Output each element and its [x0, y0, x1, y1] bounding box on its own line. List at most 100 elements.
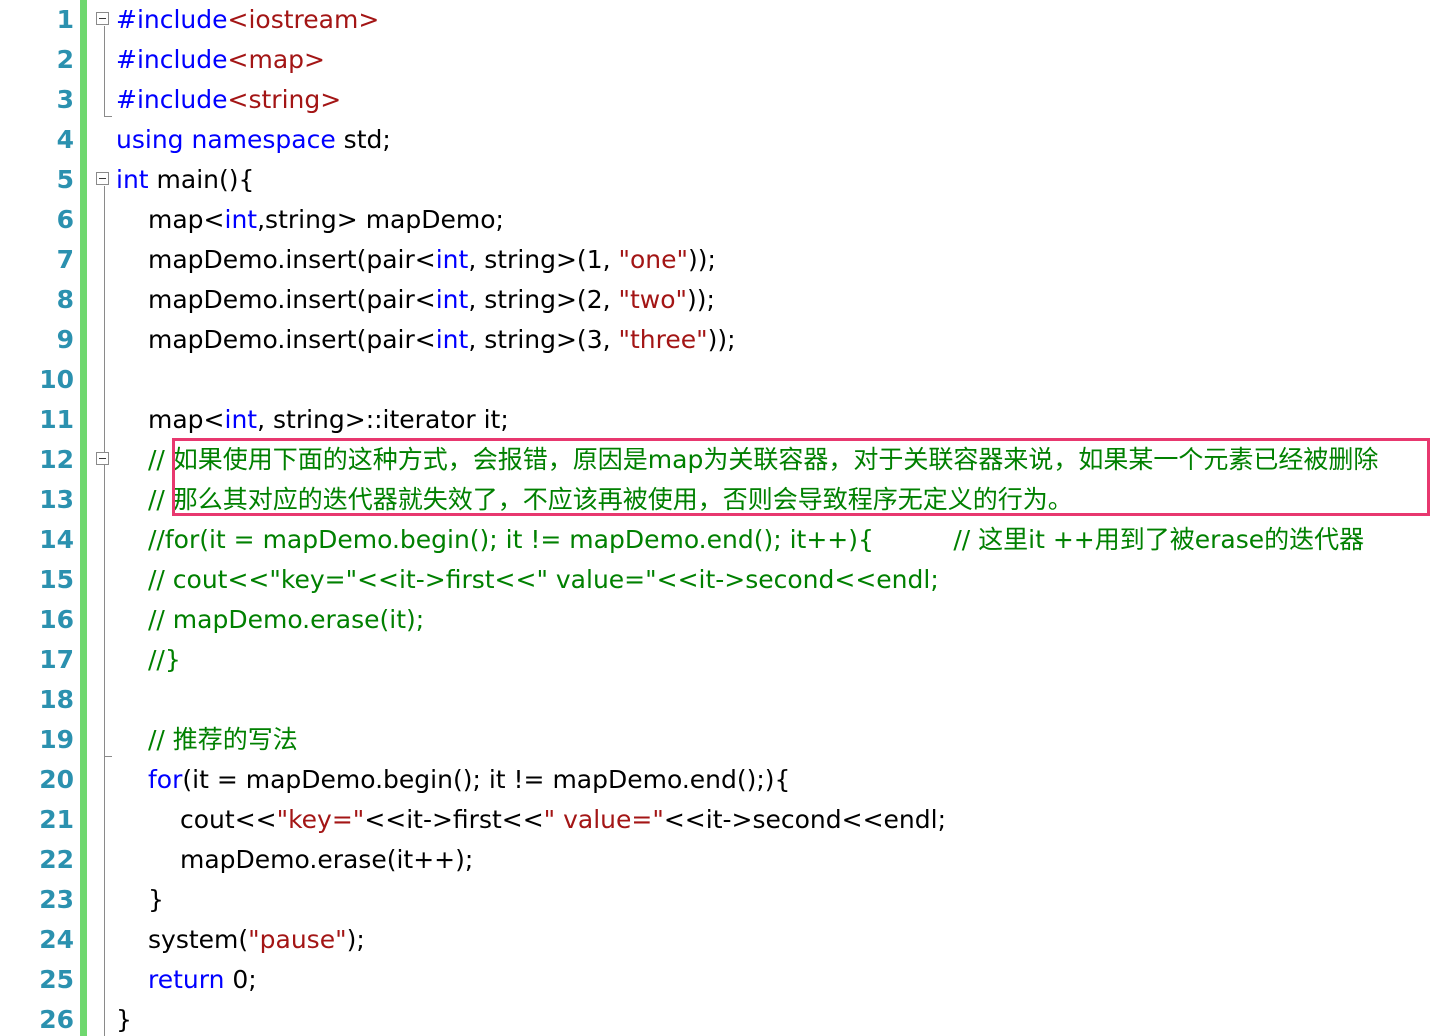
- code-line[interactable]: 22 mapDemo.erase(it++);: [0, 840, 1436, 880]
- code-text: #include<map>: [116, 40, 325, 80]
- code-editor[interactable]: 1 #include<iostream> 2 #include<map> 3 #inclu…: [0, 0, 1436, 1036]
- line-number: 10: [39, 365, 74, 394]
- code-token: int: [435, 285, 469, 314]
- code-token: //for(it = mapDemo.begin(); it != mapDem…: [148, 525, 1365, 554]
- code-text: #include<iostream>: [116, 0, 379, 40]
- code-line[interactable]: 2 #include<map>: [0, 40, 1436, 80]
- code-token: "two": [618, 285, 688, 314]
- code-token: return: [148, 965, 225, 994]
- code-text: //for(it = mapDemo.begin(); it != mapDem…: [148, 520, 1364, 560]
- line-number: 16: [39, 605, 74, 634]
- code-line[interactable]: 9 mapDemo.insert(pair<int, string>(3, "th…: [0, 320, 1436, 360]
- code-token: cout<<: [180, 805, 277, 834]
- line-number: 9: [56, 325, 74, 354]
- code-token: using: [116, 125, 184, 154]
- code-line[interactable]: 10: [0, 360, 1436, 400]
- code-token: , string>(3,: [468, 325, 619, 354]
- code-token: ));: [707, 325, 736, 354]
- code-line[interactable]: 11 map<int, string>::iterator it;: [0, 400, 1436, 440]
- code-text: mapDemo.insert(pair<int, string>(2, "two…: [148, 280, 715, 320]
- code-text: using namespace std;: [116, 120, 391, 160]
- code-token: <<it->first<<: [364, 805, 544, 834]
- line-number: 25: [39, 965, 74, 994]
- code-token: mapDemo.insert(pair<: [148, 325, 436, 354]
- code-token: mapDemo.insert(pair<: [148, 285, 436, 314]
- code-token: system(: [148, 925, 249, 954]
- code-token: // mapDemo.erase(it);: [148, 605, 425, 634]
- code-line[interactable]: 12 // 如果使用下面的这种方式，会报错，原因是map为关联容器，对于关联容器来…: [0, 440, 1436, 480]
- code-token: int: [224, 405, 258, 434]
- code-token: // cout<<"key="<<it->first<<" value="<<i…: [148, 565, 939, 594]
- code-token: " value=": [543, 805, 664, 834]
- code-token: <string>: [227, 85, 342, 114]
- code-token: ,string> mapDemo;: [257, 205, 504, 234]
- code-line[interactable]: 3 #include<string>: [0, 80, 1436, 120]
- code-token: #include: [116, 85, 228, 114]
- line-number: 18: [39, 685, 74, 714]
- code-token: <map>: [227, 45, 325, 74]
- code-token: //}: [148, 645, 181, 674]
- line-number: 15: [39, 565, 74, 594]
- code-token: 0;: [224, 965, 257, 994]
- code-token: #include: [116, 45, 228, 74]
- code-token: int: [435, 245, 469, 274]
- code-line[interactable]: 23}: [0, 880, 1436, 920]
- code-text: map<int, string>::iterator it;: [148, 400, 509, 440]
- code-line[interactable]: 18: [0, 680, 1436, 720]
- line-number: 8: [56, 285, 74, 314]
- code-token: , string>(1,: [468, 245, 619, 274]
- code-line[interactable]: 15 // cout<<"key="<<it->first<<" value="<…: [0, 560, 1436, 600]
- code-line[interactable]: 25 return 0;: [0, 960, 1436, 1000]
- code-token: , string>(2,: [468, 285, 619, 314]
- code-token: , string>::iterator it;: [257, 405, 509, 434]
- code-line[interactable]: 7 mapDemo.insert(pair<int, string>(1, "on…: [0, 240, 1436, 280]
- code-text: #include<string>: [116, 80, 341, 120]
- line-number: 26: [39, 1005, 74, 1034]
- line-number: 4: [56, 125, 74, 154]
- code-token: <iostream>: [227, 5, 380, 34]
- code-token: "pause": [248, 925, 347, 954]
- code-token: "three": [618, 325, 708, 354]
- line-number: 20: [39, 765, 74, 794]
- code-token: int: [116, 165, 149, 194]
- code-token: namespace: [191, 125, 336, 154]
- code-text: return 0;: [148, 960, 257, 1000]
- code-line[interactable]: 19 // 推荐的写法: [0, 720, 1436, 760]
- code-text: //}: [148, 640, 181, 680]
- code-line[interactable]: 21 cout<<"key="<<it->first<<" value="<<it…: [0, 800, 1436, 840]
- code-line[interactable]: 1 #include<iostream>: [0, 0, 1436, 40]
- code-line[interactable]: 14 //for(it = mapDemo.begin(); it != mapD…: [0, 520, 1436, 560]
- code-token: "key=": [276, 805, 365, 834]
- code-line[interactable]: 4 using namespace std;: [0, 120, 1436, 160]
- code-token: ));: [688, 245, 716, 274]
- code-text: map<int,string> mapDemo;: [148, 200, 504, 240]
- code-token: // 推荐的写法: [148, 725, 298, 754]
- code-line[interactable]: 16 // mapDemo.erase(it);: [0, 600, 1436, 640]
- code-line[interactable]: 20 for(it = mapDemo.begin(); it != mapDem…: [0, 760, 1436, 800]
- line-number: 12: [39, 445, 74, 474]
- code-token: (it = mapDemo.begin(); it != mapDemo.end…: [182, 765, 791, 794]
- code-token: );: [346, 925, 365, 954]
- code-text: // 推荐的写法: [148, 720, 298, 760]
- code-line[interactable]: 24 system("pause");: [0, 920, 1436, 960]
- line-number: 13: [39, 485, 74, 514]
- code-token: mapDemo.insert(pair<: [148, 245, 436, 274]
- line-number: 21: [39, 805, 74, 834]
- code-line[interactable]: 13 // 那么其对应的迭代器就失效了，不应该再被使用，否则会导致程序无定义的行为…: [0, 480, 1436, 520]
- line-number: 17: [39, 645, 74, 674]
- line-number: 1: [56, 5, 74, 34]
- code-line[interactable]: 5 int main(){: [0, 160, 1436, 200]
- code-text: system("pause");: [148, 920, 365, 960]
- code-token: <<it->second<<endl;: [663, 805, 946, 834]
- line-number: 19: [39, 725, 74, 754]
- code-line[interactable]: 26}: [0, 1000, 1436, 1036]
- code-token: // 如果使用下面的这种方式，会报错，原因是map为关联容器，对于关联容器来说，…: [148, 445, 1379, 474]
- line-number: 14: [39, 525, 74, 554]
- code-line[interactable]: 17 //}: [0, 640, 1436, 680]
- code-token: }: [148, 885, 164, 914]
- code-line[interactable]: 6 map<int,string> mapDemo;: [0, 200, 1436, 240]
- code-text: int main(){: [116, 160, 254, 200]
- code-token: int: [224, 205, 258, 234]
- line-number: 3: [56, 85, 74, 114]
- code-line[interactable]: 8 mapDemo.insert(pair<int, string>(2, "tw…: [0, 280, 1436, 320]
